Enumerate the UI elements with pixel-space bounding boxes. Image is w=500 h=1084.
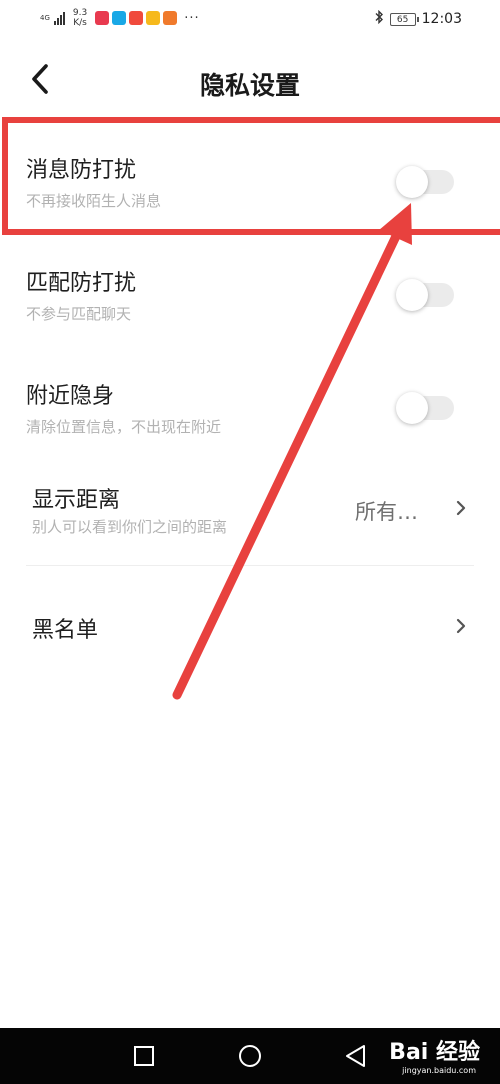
speed-unit: K/s: [73, 18, 87, 28]
setting-title: 显示距离: [32, 488, 121, 513]
battery-level: 65: [396, 14, 409, 25]
nearby-hide-toggle[interactable]: [396, 392, 454, 424]
setting-subtitle: 不再接收陌生人消息: [26, 192, 162, 210]
app-notification-icon: [163, 11, 178, 25]
toggle-knob: [396, 392, 428, 424]
setting-subtitle: 不参与匹配聊天: [26, 305, 132, 323]
chevron-right-icon: [456, 500, 466, 516]
match-dnd-toggle[interactable]: [396, 279, 454, 311]
divider: [26, 565, 474, 566]
app-notification-icon: [112, 11, 127, 25]
setting-title: 消息防打扰: [26, 158, 137, 183]
network-speed: 9.3 K/s: [73, 8, 87, 28]
header: 隐私设置: [0, 50, 500, 114]
setting-title: 匹配防打扰: [26, 271, 137, 296]
signal-icon: [53, 11, 65, 25]
page-title: 隐私设置: [199, 71, 300, 100]
setting-title: 附近隐身: [26, 384, 115, 409]
app-notification-icon: [129, 11, 144, 25]
status-left: 4G 9.3 K/s ···: [40, 8, 200, 28]
setting-subtitle: 别人可以看到你们之间的距离: [32, 518, 228, 536]
setting-subtitle: 清除位置信息，不出现在附近: [26, 418, 222, 436]
msg-dnd-toggle[interactable]: [396, 166, 454, 198]
more-notifications-icon: ···: [184, 10, 200, 26]
recent-apps-button[interactable]: [130, 1042, 158, 1070]
signal-indicator: 4G: [40, 14, 50, 22]
triangle-back-icon: [346, 1045, 365, 1067]
baidu-watermark-url: jingyan.baidu.com: [402, 1066, 476, 1075]
toggle-knob: [396, 166, 428, 198]
app-notification-icon: [146, 11, 161, 25]
clock: 12:03: [421, 11, 462, 27]
battery-icon: 65: [389, 12, 419, 26]
setting-row-blacklist[interactable]: 黑名单: [0, 596, 500, 660]
circle-icon: [239, 1045, 261, 1067]
bluetooth-icon: [374, 9, 384, 28]
app-notification-icon: [95, 11, 110, 25]
back-nav-button[interactable]: [342, 1042, 370, 1070]
toggle-knob: [396, 279, 428, 311]
setting-row-nearby-hide[interactable]: 附近隐身 清除位置信息，不出现在附近: [0, 368, 500, 458]
setting-row-show-distance[interactable]: 显示距离 别人可以看到你们之间的距离 所有…: [0, 478, 500, 564]
setting-title: 黑名单: [32, 618, 99, 643]
setting-row-msg-dnd[interactable]: 消息防打扰 不再接收陌生人消息: [0, 140, 500, 230]
status-right: 65 12:03: [374, 9, 462, 28]
baidu-watermark: Bai 经验: [389, 1040, 480, 1065]
distance-value: 所有…: [355, 500, 418, 524]
home-button[interactable]: [236, 1042, 264, 1070]
status-bar: 4G 9.3 K/s ··· 65 12:03: [0, 0, 500, 40]
square-icon: [134, 1046, 154, 1066]
navigation-bar: Bai 经验 jingyan.baidu.com: [0, 1028, 500, 1084]
notification-app-icons: [95, 11, 178, 25]
setting-row-match-dnd[interactable]: 匹配防打扰 不参与匹配聊天: [0, 255, 500, 345]
chevron-right-icon: [456, 618, 466, 634]
speed-value: 9.3: [72, 8, 88, 18]
network-type: 4G: [40, 14, 50, 22]
